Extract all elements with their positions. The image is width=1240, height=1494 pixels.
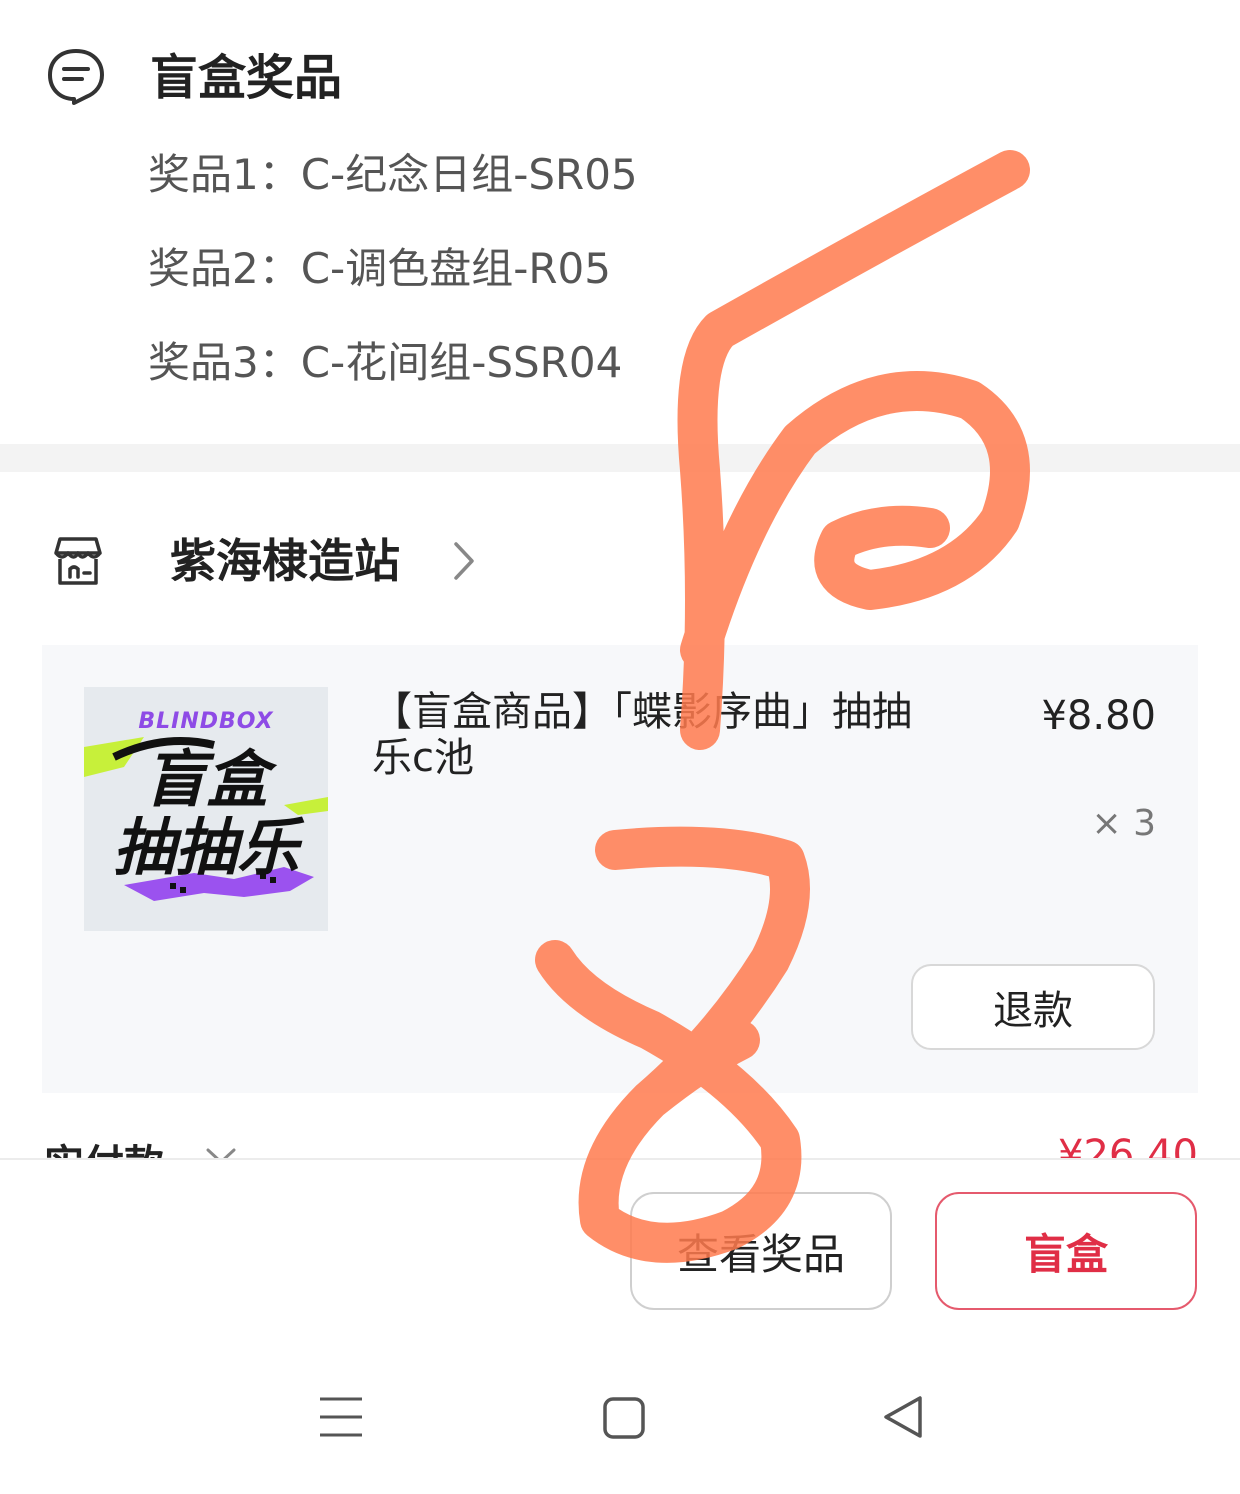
product-card[interactable]: BLINDBOX 盲盒 抽抽乐 【盲盒商品】「蝶影序曲」抽抽乐c池 ¥8.80 … bbox=[42, 645, 1198, 1093]
triangle-back-icon[interactable] bbox=[880, 1394, 926, 1440]
prize-section-header: 盲盒奖品 bbox=[44, 42, 342, 112]
prize-item-3: 奖品3：C-花间组-SSR04 bbox=[148, 338, 623, 387]
payment-total: ¥26.40 bbox=[1058, 1132, 1198, 1158]
prize-item-2: 奖品2：C-调色盘组-R05 bbox=[148, 244, 611, 293]
storefront-icon bbox=[54, 537, 102, 585]
shop-name[interactable]: 紫海棣造站 bbox=[170, 526, 400, 596]
view-prize-button[interactable]: 查看奖品 bbox=[630, 1192, 892, 1310]
refund-button[interactable]: 退款 bbox=[911, 964, 1155, 1050]
chevron-right-icon bbox=[454, 542, 474, 580]
chevron-down-icon[interactable] bbox=[204, 1146, 238, 1158]
prize-section-title: 盲盒奖品 bbox=[150, 50, 343, 106]
thumbnail-brand: BLINDBOX bbox=[138, 709, 274, 734]
payment-summary[interactable]: 实付款 ¥26.40 bbox=[0, 1126, 1240, 1158]
thumbnail-title-line1: 盲盒 bbox=[143, 743, 268, 816]
product-price: ¥8.80 bbox=[1041, 693, 1156, 739]
product-thumbnail[interactable]: BLINDBOX 盲盒 抽抽乐 bbox=[84, 687, 328, 931]
thumbnail-title-line2: 抽抽乐 bbox=[112, 811, 299, 884]
menu-icon[interactable] bbox=[318, 1395, 364, 1439]
payment-label: 实付款 bbox=[44, 1132, 164, 1158]
prize-list: 奖品1：C-纪念日组-SR05 奖品2：C-调色盘组-R05 奖品3：C-花间组… bbox=[148, 140, 638, 422]
system-nav-bar bbox=[0, 1340, 1240, 1494]
product-title[interactable]: 【盲盒商品】「蝶影序曲」抽抽乐c池 bbox=[372, 689, 932, 781]
bottom-action-bar: 查看奖品 盲盒 bbox=[0, 1158, 1240, 1340]
square-home-icon[interactable] bbox=[602, 1396, 646, 1440]
prize-item-1: 奖品1：C-纪念日组-SR05 bbox=[148, 150, 638, 199]
chat-bubble-icon bbox=[48, 49, 104, 105]
product-quantity: × 3 bbox=[1091, 803, 1156, 844]
section-divider bbox=[0, 444, 1240, 472]
shop-link[interactable]: 紫海棣造站 bbox=[44, 526, 544, 596]
blindbox-button[interactable]: 盲盒 bbox=[935, 1192, 1197, 1310]
